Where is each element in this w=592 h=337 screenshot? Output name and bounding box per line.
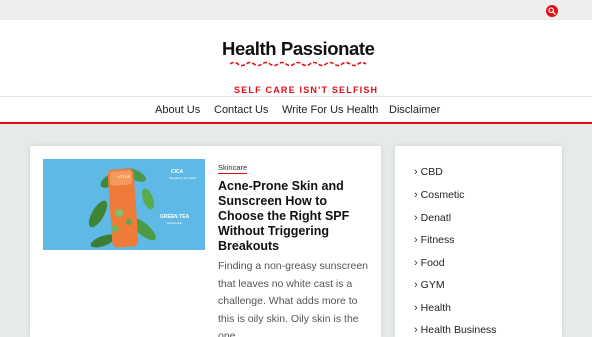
chevron-right-icon: ›	[414, 302, 418, 314]
post-thumbnail[interactable]: LOTUS CICA Strengthens skin barrier GREE…	[43, 159, 205, 250]
nav-item-contact-us[interactable]: Contact Us	[214, 104, 268, 116]
sidebar-item-label[interactable]: Food	[421, 257, 445, 269]
nav-item-disclaimer[interactable]: Disclaimer	[389, 104, 440, 116]
chevron-right-icon: ›	[414, 234, 418, 246]
chevron-right-icon: ›	[414, 212, 418, 224]
chevron-right-icon: ›	[414, 257, 418, 269]
sidebar-item-label[interactable]: Fitness	[421, 234, 455, 246]
sidebar-item-fitness[interactable]: › Fitness	[414, 234, 455, 246]
product-label-cica: CICA	[171, 169, 184, 175]
product-label-green-tea-sub: Soothes skin	[167, 221, 182, 225]
sidebar-item-cbd[interactable]: › CBD	[414, 166, 443, 178]
chevron-right-icon: ›	[414, 279, 418, 291]
sidebar-item-label[interactable]: GYM	[421, 279, 445, 291]
sidebar-item-gym[interactable]: › GYM	[414, 279, 445, 291]
sidebar-item-food[interactable]: › Food	[414, 257, 445, 269]
post-card: LOTUS CICA Strengthens skin barrier GREE…	[30, 146, 381, 337]
sidebar-item-denatl[interactable]: › Denatl	[414, 212, 451, 224]
product-label-green-tea: GREEN TEA	[160, 214, 190, 220]
nav-item-about-us[interactable]: About Us	[155, 104, 200, 116]
sidebar-item-cosmetic[interactable]: › Cosmetic	[414, 189, 464, 201]
sidebar-item-label[interactable]: Cosmetic	[421, 189, 465, 201]
search-button[interactable]	[546, 5, 558, 17]
chevron-right-icon: ›	[414, 166, 418, 178]
sunscreen-product-image: LOTUS CICA Strengthens skin barrier GREE…	[43, 159, 205, 250]
nav-item-write-for-us[interactable]: Write For Us Health	[282, 104, 378, 116]
logo-squiggle	[230, 61, 367, 67]
main-nav: About Us Contact Us Write For Us Health …	[0, 96, 592, 124]
site-tagline: SELF CARE ISN'T SELFISH	[234, 85, 379, 95]
search-icon	[548, 7, 556, 15]
top-bar	[0, 0, 592, 20]
post-excerpt: Finding a non-greasy sunscreen that leav…	[218, 260, 369, 337]
sidebar-item-label[interactable]: Health Business	[421, 324, 497, 336]
post-title[interactable]: Acne-Prone Skin and Sunscreen How to Cho…	[218, 179, 368, 254]
site-logo[interactable]: Health Passionate SELF CARE ISN'T SELFIS…	[222, 38, 377, 95]
chevron-right-icon: ›	[414, 324, 418, 336]
product-brand: LOTUS	[117, 174, 131, 179]
product-label-cica-sub: Strengthens skin barrier	[169, 176, 197, 180]
chevron-right-icon: ›	[414, 189, 418, 201]
site-title[interactable]: Health Passionate	[222, 38, 376, 60]
sidebar-item-label[interactable]: Denatl	[421, 212, 451, 224]
sidebar-item-label[interactable]: CBD	[421, 166, 443, 178]
sidebar-item-health[interactable]: › Health	[414, 302, 451, 314]
sidebar-categories: › CBD › Cosmetic › Denatl › Fitness › Food › G…	[395, 146, 562, 337]
sidebar-item-health-business[interactable]: › Health Business	[414, 324, 497, 336]
post-category[interactable]: Skincare	[218, 163, 248, 174]
sidebar-item-label[interactable]: Health	[421, 302, 451, 314]
